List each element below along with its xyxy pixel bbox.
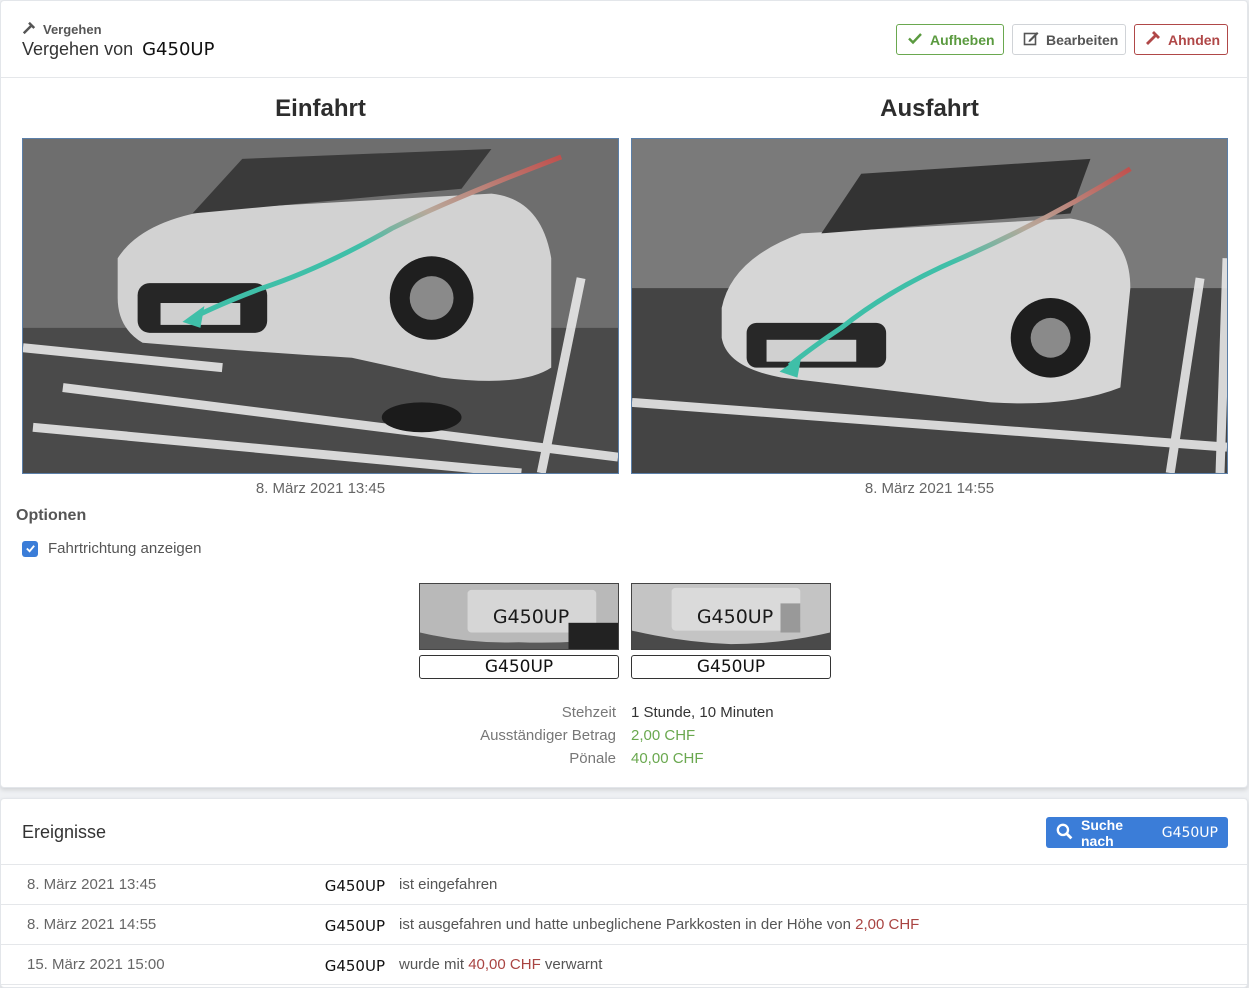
event-plate[interactable]: G450UP xyxy=(325,877,385,895)
stat-value: 40,00 CHF xyxy=(631,750,704,767)
event-suffix: verwarnt xyxy=(544,956,603,973)
stat-row: Pönale 40,00 CHF xyxy=(1,750,1247,772)
event-amount: 40,00 CHF xyxy=(468,956,541,973)
event-row: 15. März 2021 15:00 G450UP wurde mit 40,… xyxy=(1,945,1247,985)
breadcrumb-label: Vergehen xyxy=(43,22,102,37)
stat-label: Pönale xyxy=(569,750,616,767)
event-text: ist ausgefahren und hatte unbeglichene P… xyxy=(399,916,919,933)
bearbeiten-label: Bearbeiten xyxy=(1046,31,1119,48)
event-amount: 2,00 CHF xyxy=(855,916,920,933)
entry-image[interactable] xyxy=(22,138,619,474)
stat-label: Ausständiger Betrag xyxy=(480,727,616,744)
stat-label: Stehzeit xyxy=(561,704,616,721)
breadcrumb: Vergehen xyxy=(22,21,102,38)
page-title-plate: G450UP xyxy=(142,39,215,60)
edit-icon xyxy=(1023,30,1039,49)
event-text-main: ist ausgefahren und hatte unbeglichene P… xyxy=(399,916,851,933)
direction-option[interactable]: Fahrtrichtung anzeigen xyxy=(22,540,201,557)
stat-value: 1 Stunde, 10 Minuten xyxy=(631,704,774,721)
search-plate: G450UP xyxy=(1161,824,1218,841)
ahnden-button[interactable]: Ahnden xyxy=(1134,24,1228,55)
stat-row: Ausständiger Betrag 2,00 CHF xyxy=(1,727,1247,749)
search-label: Suche nach xyxy=(1081,816,1124,849)
stat-value: 2,00 CHF xyxy=(631,727,696,744)
search-icon xyxy=(1056,823,1073,843)
ahnden-label: Ahnden xyxy=(1168,31,1221,48)
exit-image-title: Ausfahrt xyxy=(880,95,979,122)
card-header: Vergehen Vergehen von G450UP Aufheben Be… xyxy=(1,1,1247,78)
options-title: Optionen xyxy=(16,507,87,524)
event-text: wurde mit 40,00 CHF verwarnt xyxy=(399,956,602,973)
events-card: Ereignisse Suche nach G450UP 8. März 202… xyxy=(0,798,1248,988)
entry-timestamp: 8. März 2021 13:45 xyxy=(255,480,386,497)
event-plate[interactable]: G450UP xyxy=(325,917,385,935)
aufheben-button[interactable]: Aufheben xyxy=(896,24,1004,55)
stat-row: Stehzeit 1 Stunde, 10 Minuten xyxy=(1,704,1247,726)
exit-plate-crop-text: G450UP xyxy=(696,606,774,628)
event-text-main: ist eingefahren xyxy=(399,876,498,893)
event-date: 8. März 2021 14:55 xyxy=(27,916,157,933)
direction-checkbox[interactable] xyxy=(22,540,38,557)
event-text-main: wurde mit xyxy=(399,956,465,973)
exit-timestamp: 8. März 2021 14:55 xyxy=(864,480,995,497)
check-icon xyxy=(907,30,923,49)
event-row: 8. März 2021 14:55 G450UP ist ausgefahre… xyxy=(1,905,1247,945)
event-date: 15. März 2021 15:00 xyxy=(27,956,165,973)
bearbeiten-button[interactable]: Bearbeiten xyxy=(1012,24,1126,55)
exit-plate-crop: G450UP xyxy=(631,583,831,650)
entry-image-title: Einfahrt xyxy=(275,95,366,122)
direction-label: Fahrtrichtung anzeigen xyxy=(48,540,202,557)
exit-image[interactable] xyxy=(631,138,1228,474)
gavel-icon xyxy=(1145,30,1161,49)
event-row: 8. März 2021 13:45 G450UP ist eingefahre… xyxy=(1,865,1247,905)
search-plate-button[interactable]: Suche nach G450UP xyxy=(1046,816,1228,849)
offense-card: Vergehen Vergehen von G450UP Aufheben Be… xyxy=(0,0,1248,788)
event-text: ist eingefahren xyxy=(399,876,497,893)
event-plate[interactable]: G450UP xyxy=(325,957,385,975)
events-title: Ereignisse xyxy=(22,822,107,842)
entry-plate-recognized[interactable]: G450UP xyxy=(419,655,619,679)
event-date: 8. März 2021 13:45 xyxy=(27,876,157,893)
entry-plate-crop-text: G450UP xyxy=(492,606,570,628)
page-title-prefix: Vergehen von xyxy=(22,39,134,59)
events-header: Ereignisse Suche nach G450UP xyxy=(1,799,1247,865)
page-title: Vergehen von G450UP xyxy=(22,39,214,60)
entry-plate-crop: G450UP xyxy=(419,583,619,650)
exit-plate-recognized[interactable]: G450UP xyxy=(631,655,831,679)
gavel-icon xyxy=(22,21,36,38)
aufheben-label: Aufheben xyxy=(930,31,995,48)
